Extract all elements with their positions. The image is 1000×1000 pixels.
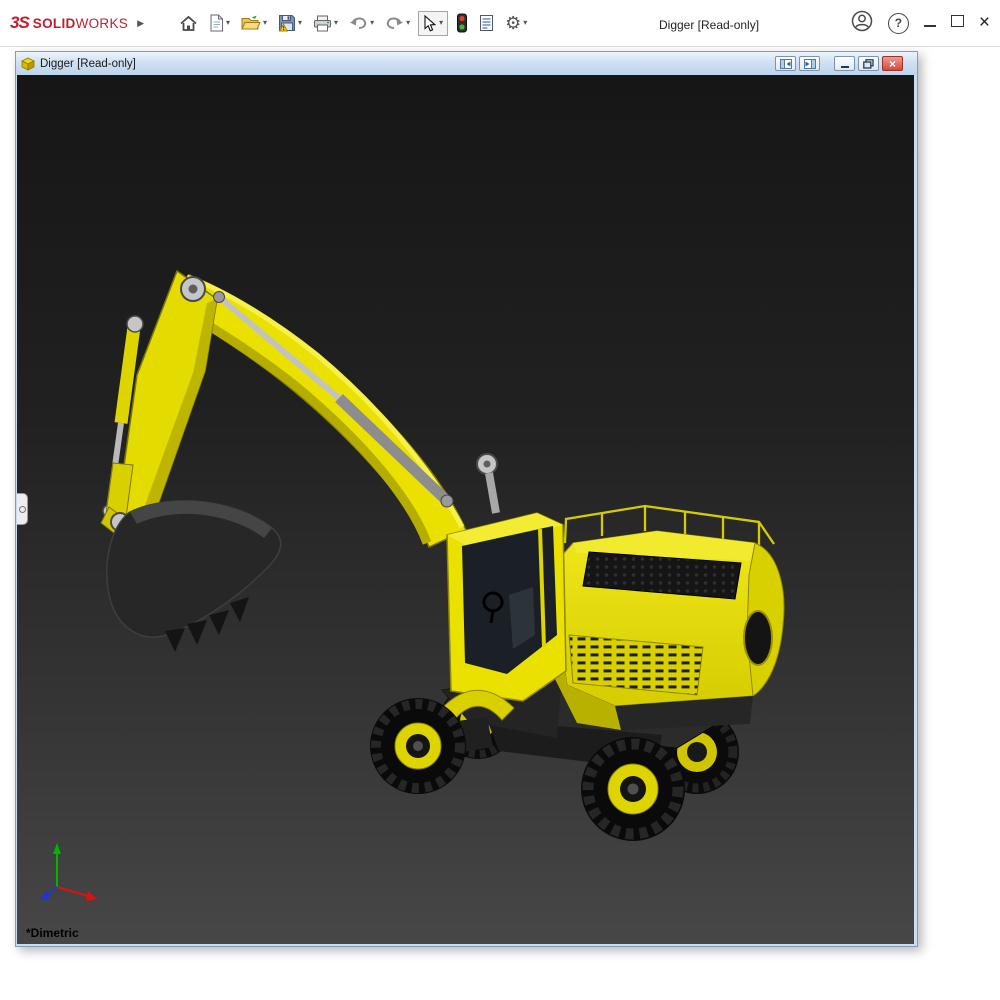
dropdown-arrow-icon[interactable]: ▾ xyxy=(439,19,443,27)
pane-toggle-right-button[interactable] xyxy=(799,56,820,71)
select-tool-button[interactable]: ▾ xyxy=(418,11,448,36)
close-icon: × xyxy=(979,12,990,33)
document-title: Digger [Read-only] xyxy=(40,58,136,70)
minimize-button[interactable] xyxy=(924,14,936,32)
traffic-light-icon xyxy=(456,13,468,33)
graphics-viewport[interactable]: *Dimetric xyxy=(17,75,914,944)
new-document-icon xyxy=(209,14,224,32)
3ds-logo: 3S xyxy=(10,13,29,33)
dropdown-arrow-icon[interactable]: ▾ xyxy=(263,19,267,27)
dropdown-arrow-icon[interactable]: ▾ xyxy=(226,19,230,27)
new-document-button[interactable]: ▾ xyxy=(206,11,233,35)
dropdown-arrow-icon[interactable]: ▾ xyxy=(523,19,527,27)
print-icon xyxy=(313,15,332,32)
save-button[interactable]: ▾ xyxy=(275,11,305,35)
brand-works: WORKS xyxy=(76,16,129,31)
menu-expand-arrow-icon[interactable]: ▶ xyxy=(137,18,144,29)
document-restore-icon xyxy=(863,59,874,69)
home-icon xyxy=(179,15,198,32)
minimize-icon xyxy=(924,25,936,27)
user-account-icon xyxy=(851,10,873,32)
dropdown-arrow-icon[interactable]: ▾ xyxy=(334,19,338,27)
app-titlebar: 3S SOLIDWORKS ▶ ▾ ▾ ▾ ▾ xyxy=(0,0,1000,47)
document-window-buttons: × xyxy=(775,56,911,71)
file-properties-button[interactable] xyxy=(476,11,497,35)
open-button[interactable]: ▾ xyxy=(238,12,270,34)
document-minimize-icon xyxy=(841,66,849,68)
document-restore-button[interactable] xyxy=(858,56,879,71)
file-properties-icon xyxy=(479,14,494,32)
pane-toggle-left-icon xyxy=(780,59,792,69)
model-canvas[interactable] xyxy=(17,75,914,944)
expand-pane-icon xyxy=(19,506,26,513)
print-button[interactable]: ▾ xyxy=(310,12,341,35)
save-icon xyxy=(278,14,296,32)
bucket[interactable] xyxy=(107,501,281,652)
maximize-button[interactable] xyxy=(951,14,964,32)
document-close-button[interactable]: × xyxy=(882,56,903,71)
redo-button[interactable]: ▾ xyxy=(382,12,413,34)
gear-icon: ⚙ xyxy=(505,14,521,32)
maximize-icon xyxy=(951,15,964,27)
options-button[interactable]: ⚙ ▾ xyxy=(502,11,530,35)
redo-icon xyxy=(385,15,404,31)
traffic-light-button[interactable] xyxy=(453,10,471,36)
digger-model[interactable] xyxy=(101,271,784,841)
document-window: Digger [Read-only] × xyxy=(15,51,918,947)
app-title: Digger [Read-only] xyxy=(659,18,759,32)
account-button[interactable] xyxy=(851,10,873,37)
orientation-triad[interactable] xyxy=(40,843,97,901)
document-titlebar[interactable]: Digger [Read-only] × xyxy=(16,52,917,75)
open-folder-icon xyxy=(241,15,261,31)
document-minimize-button[interactable] xyxy=(834,56,855,71)
solidworks-logo: 3S SOLIDWORKS xyxy=(10,13,128,33)
wheel-front-near[interactable] xyxy=(370,698,466,794)
dropdown-arrow-icon[interactable]: ▾ xyxy=(406,19,410,27)
undo-button[interactable]: ▾ xyxy=(346,12,377,34)
view-orientation-label: *Dimetric xyxy=(26,926,79,940)
quick-access-toolbar: ▾ ▾ ▾ ▾ ▾ ▾ ▾ xyxy=(176,10,530,36)
select-cursor-icon xyxy=(423,15,436,32)
dropdown-arrow-icon[interactable]: ▾ xyxy=(370,19,374,27)
pane-toggle-left-button[interactable] xyxy=(775,56,796,71)
pane-toggle-right-icon xyxy=(804,59,816,69)
undo-icon xyxy=(349,15,368,31)
brand-solid: SOLID xyxy=(33,16,76,31)
body-deck[interactable] xyxy=(553,506,784,730)
window-controls: ? × xyxy=(851,0,990,46)
document-close-icon: × xyxy=(889,57,896,71)
home-button[interactable] xyxy=(176,12,201,35)
cab[interactable] xyxy=(447,513,566,701)
help-button[interactable]: ? xyxy=(888,13,909,34)
dropdown-arrow-icon[interactable]: ▾ xyxy=(298,19,302,27)
close-button[interactable]: × xyxy=(979,13,990,33)
help-icon: ? xyxy=(888,13,909,34)
featuremanager-collapsed-tab[interactable] xyxy=(17,493,28,525)
part-document-icon xyxy=(21,57,35,71)
wheel-rear-near[interactable] xyxy=(581,737,685,841)
solidworks-wordmark: SOLIDWORKS xyxy=(33,16,128,31)
